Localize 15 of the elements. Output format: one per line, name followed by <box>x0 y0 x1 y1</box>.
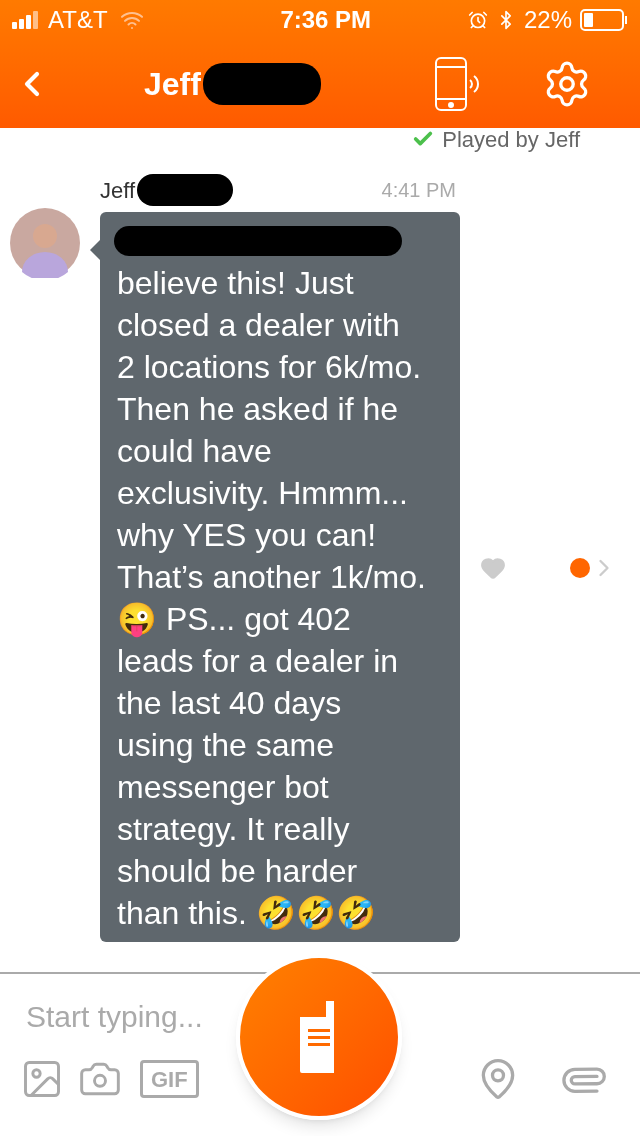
carrier-name: AT&T <box>48 5 108 35</box>
clock-time: 7:36 PM <box>280 5 372 35</box>
alarm-icon <box>467 10 488 30</box>
battery-percent: 22% <box>523 5 572 35</box>
message-text: believe this! Just closed a dealer with 2 locations for 6k/mo. Then he asked if he could have exclusivity. Hmmm... why YES you can! That’s another 1k/mo. 😜 PS... got 402 leads for a dealer in the last 40 days using the same messenger bot strategy. It really should be harder than this. 🤣🤣🤣 <box>117 264 427 933</box>
contact-name: Jeff <box>144 65 201 104</box>
like-button[interactable] <box>480 555 506 581</box>
sender-name: Jeff <box>100 176 136 205</box>
signal-icon <box>12 11 40 29</box>
gif-button[interactable]: GIF <box>140 1060 199 1098</box>
message-input[interactable]: Start typing... <box>26 994 226 1039</box>
played-status: Played by Jeff <box>442 125 580 154</box>
message-time: 4:41 PM <box>381 178 457 203</box>
avatar <box>10 208 80 278</box>
battery-icon <box>580 9 628 31</box>
